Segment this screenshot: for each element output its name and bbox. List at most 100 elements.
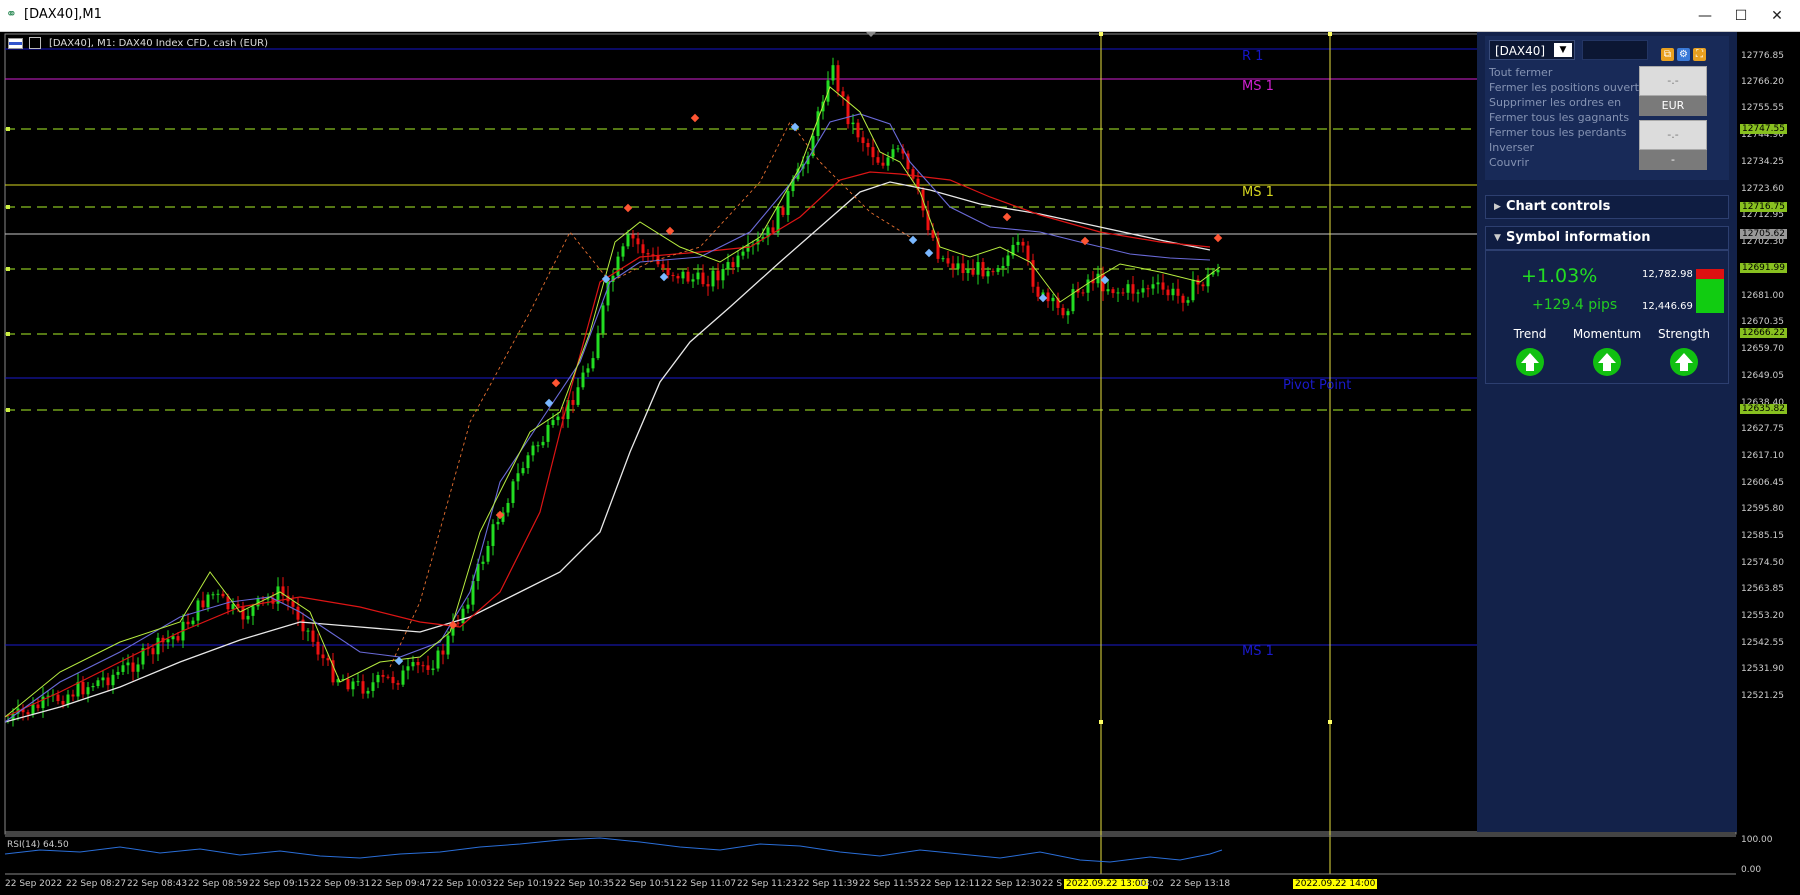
strength-label: Strength	[1658, 327, 1710, 341]
price-axis-label: 12574.50	[1741, 558, 1784, 568]
candle-body	[306, 630, 310, 632]
candle-body	[326, 658, 330, 661]
candle-body	[861, 137, 865, 144]
candle-body	[1051, 297, 1055, 302]
candle-body	[361, 681, 365, 694]
expand-icon[interactable]: ⛶	[1693, 48, 1706, 61]
time-axis-label: 22 Sep 10:51	[615, 879, 676, 889]
price-tag: 12691.99	[1740, 263, 1787, 273]
change-percent: +1.03%	[1521, 265, 1598, 287]
candle-body	[1006, 255, 1010, 266]
candle-body	[201, 600, 205, 608]
candle-body	[686, 271, 690, 282]
candle-body	[236, 604, 240, 607]
chart-controls-header[interactable]: ▶ Chart controls	[1485, 195, 1729, 219]
candle-body	[996, 268, 1000, 272]
price-tag: 12747.55	[1740, 124, 1787, 134]
candle-body	[346, 678, 350, 690]
candle-body	[886, 157, 890, 166]
close-all-link[interactable]: Tout fermer	[1489, 66, 1552, 79]
candle-body	[371, 682, 375, 691]
rsi-scale-bottom: 0.00	[1741, 865, 1762, 875]
time-axis-label: 22 Sep 11:39	[798, 879, 859, 889]
lot-input[interactable]	[1582, 40, 1648, 60]
ms1-bottom-label: MS 1	[1242, 644, 1274, 659]
chevron-right-icon: ▶	[1494, 202, 1501, 212]
candle-body	[836, 65, 840, 92]
candle-body	[676, 275, 680, 279]
sell-button[interactable]: -.-	[1639, 120, 1707, 150]
buy-button[interactable]: -.-	[1639, 66, 1707, 96]
time-axis-label: 22 Sep 12:11	[920, 879, 981, 889]
currency-button[interactable]: EUR	[1639, 96, 1707, 116]
hedge-link[interactable]: Couvrir	[1489, 156, 1529, 169]
copy-icon[interactable]: ⧉	[1661, 48, 1674, 61]
chevron-down-icon[interactable]: ▼	[1554, 43, 1572, 57]
candle-body	[211, 594, 215, 596]
candle-body	[106, 677, 110, 686]
candle-body	[86, 687, 90, 695]
candle-body	[506, 502, 510, 513]
maximize-button[interactable]: ☐	[1724, 4, 1758, 28]
candle-body	[351, 681, 355, 690]
price-axis-label: 12542.55	[1741, 638, 1784, 648]
price-tag: 12716.75	[1740, 202, 1787, 212]
candle-body	[1126, 284, 1130, 293]
time-axis-label: 22 Sep 10:35	[554, 879, 615, 889]
candle-body	[381, 675, 385, 677]
signal-diamonds	[394, 113, 1223, 666]
candle-body	[151, 648, 155, 655]
candle-body	[406, 666, 410, 671]
price-axis-label: 12776.85	[1741, 51, 1784, 61]
chart-window[interactable]: [DAX40], M1: DAX40 Index CFD, cash (EUR)…	[0, 32, 1800, 895]
delete-orders-link[interactable]: Supprimer les ordres en	[1489, 96, 1621, 109]
candle-body	[531, 445, 535, 456]
candle-body	[1111, 289, 1115, 294]
candle-body	[726, 262, 730, 269]
candle-body	[41, 696, 45, 709]
chart-header: [DAX40], M1: DAX40 Index CFD, cash (EUR)	[8, 37, 268, 49]
gear-icon[interactable]: ⚙	[1677, 48, 1690, 61]
close-losers-link[interactable]: Fermer tous les perdants	[1489, 126, 1626, 139]
candle-body	[1176, 288, 1180, 296]
candle-body	[206, 594, 210, 608]
candle-body	[786, 191, 790, 215]
price-axis-label: 12531.90	[1741, 664, 1784, 674]
candle-body	[1106, 289, 1110, 292]
price-axis-label: 12755.55	[1741, 103, 1784, 113]
candle-body	[1061, 307, 1065, 316]
time-axis-label: 22 Sep 11:55	[859, 879, 920, 889]
close-open-positions-link[interactable]: Fermer les positions ouvertes	[1489, 81, 1652, 94]
minimize-button[interactable]: —	[1688, 4, 1722, 28]
symbol-info-label: Symbol information	[1506, 230, 1651, 245]
candle-body	[946, 258, 950, 264]
trade-box: [DAX40] ▼ ⧉ ⚙ ⛶ Tout fermer Fermer les pos…	[1485, 36, 1729, 180]
window-title: [DAX40],M1	[24, 7, 102, 22]
candle-body	[716, 270, 720, 281]
candle-body	[1216, 269, 1220, 273]
sell-sub-button[interactable]: -	[1639, 150, 1707, 170]
symbol-select[interactable]: [DAX40] ▼	[1489, 40, 1575, 60]
candle-body	[1086, 279, 1090, 293]
candle-body	[1036, 286, 1040, 297]
candle-body	[291, 601, 295, 607]
candle-body	[1181, 295, 1185, 303]
price-axis-label: 12766.20	[1741, 77, 1784, 87]
candle-body	[851, 122, 855, 125]
candle-body	[241, 606, 245, 620]
candle-body	[616, 256, 620, 276]
trend-up-arrow-icon	[1516, 348, 1544, 376]
candle-body	[196, 600, 200, 621]
candle-body	[56, 694, 60, 702]
candle-body	[1046, 292, 1050, 302]
candle-body	[221, 593, 225, 597]
close-winners-link[interactable]: Fermer tous les gagnants	[1489, 111, 1629, 124]
candle-body	[1081, 292, 1085, 294]
price-axis-label: 12553.20	[1741, 611, 1784, 621]
candle-body	[166, 639, 170, 643]
reverse-link[interactable]: Inverser	[1489, 141, 1534, 154]
close-button[interactable]: ✕	[1760, 4, 1794, 28]
toolbar-icons: ⧉ ⚙ ⛶	[1661, 42, 1709, 61]
symbol-info-header[interactable]: ▼ Symbol information	[1485, 226, 1729, 250]
candle-body	[1166, 289, 1170, 296]
